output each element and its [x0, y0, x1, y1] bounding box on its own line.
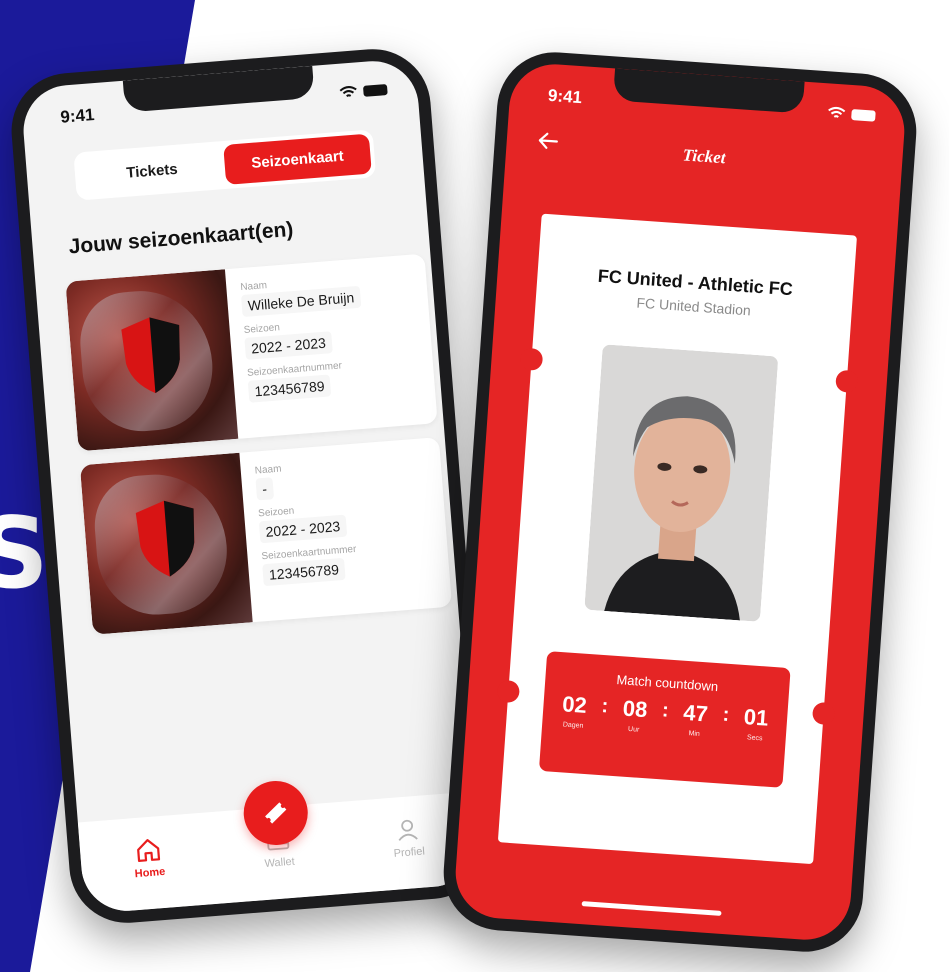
countdown-minutes: 47	[682, 699, 709, 727]
phone-screen: 9:41 Tickets Seizoenkaart Jouw seizoenka…	[20, 57, 480, 915]
countdown-hours-label: Uur	[627, 725, 640, 734]
nav-title: Ticket	[682, 145, 727, 168]
club-crest-image	[65, 269, 239, 452]
segmented-control: Tickets Seizoenkaart	[73, 129, 377, 201]
wifi-icon	[339, 86, 357, 97]
phone-ticket-detail: 9:41 Ticket FC United - Athletic FC FC U…	[439, 48, 921, 956]
shield-icon	[121, 317, 180, 394]
tab-home[interactable]: Home	[117, 835, 182, 911]
phone-notch	[612, 68, 805, 114]
tab-profile-label: Profiel	[393, 845, 426, 860]
portrait-image	[584, 344, 779, 622]
card-number-label: Seizoenkaartnummer	[246, 360, 343, 379]
card-details: Naam - Seizoen 2022 - 2023 Seizoenkaartn…	[239, 437, 452, 622]
tab-home-label: Home	[134, 865, 166, 881]
countdown-seconds-label: Secs	[746, 734, 763, 743]
season-card[interactable]: Naam - Seizoen 2022 - 2023 Seizoenkaartn…	[79, 437, 453, 635]
bottom-tab-bar: Home Wallet Profiel	[77, 778, 480, 915]
home-icon	[137, 839, 161, 862]
card-details: Naam Willeke De Bruijn Seizoen 2022 - 20…	[225, 254, 438, 439]
phone-screen: 9:41 Ticket FC United - Athletic FC FC U…	[452, 61, 908, 943]
name-label: Naam	[254, 463, 282, 477]
countdown-values: 02 Dagen : 08 Uur : 47 Min : 01 Secs	[542, 691, 788, 744]
battery-icon	[362, 84, 388, 97]
profile-icon	[398, 819, 418, 841]
ticket-icon	[265, 802, 287, 824]
card-number-label: Seizoenkaartnummer	[261, 543, 357, 563]
countdown-separator: :	[721, 703, 731, 726]
countdown-hours: 08	[622, 695, 649, 723]
season-value: 2022 - 2023	[258, 514, 347, 544]
name-value: -	[255, 477, 274, 501]
phone-season-cards: 9:41 Tickets Seizoenkaart Jouw seizoenka…	[7, 44, 493, 928]
status-time: 9:41	[547, 85, 583, 108]
season-card[interactable]: Naam Willeke De Bruijn Seizoen 2022 - 20…	[65, 253, 438, 452]
countdown-seconds: 01	[743, 704, 770, 731]
battery-icon	[851, 109, 876, 122]
tab-seizoenkaart[interactable]: Seizoenkaart	[223, 133, 372, 185]
ticket-card: FC United - Athletic FC FC United Stadio…	[496, 213, 859, 865]
tab-profile[interactable]: Profiel	[377, 814, 442, 890]
countdown-days-label: Dagen	[562, 721, 584, 730]
phone-notch	[122, 65, 315, 113]
card-number-value: 123456789	[262, 557, 346, 587]
home-indicator	[581, 901, 722, 916]
marketing-stage: S 9:41 Tickets Seizoenkaart Jouw seizoen…	[0, 0, 949, 972]
wifi-icon	[828, 106, 846, 118]
countdown-days: 02	[561, 691, 588, 718]
match-countdown: Match countdown 02 Dagen : 08 Uur : 47 M…	[538, 651, 791, 788]
tab-tickets[interactable]: Tickets	[78, 145, 227, 196]
countdown-minutes-label: Min	[688, 730, 701, 738]
club-crest-image	[79, 452, 253, 635]
tab-wallet-label: Wallet	[264, 855, 296, 870]
countdown-separator: :	[661, 699, 670, 722]
holder-photo	[584, 344, 779, 622]
countdown-separator: :	[600, 695, 609, 718]
page-title: Jouw seizoenkaart(en)	[67, 217, 295, 259]
status-time: 9:41	[59, 105, 96, 127]
season-value: 2022 - 2023	[244, 331, 333, 360]
card-number-value: 123456789	[247, 374, 332, 403]
shield-icon	[135, 500, 195, 577]
